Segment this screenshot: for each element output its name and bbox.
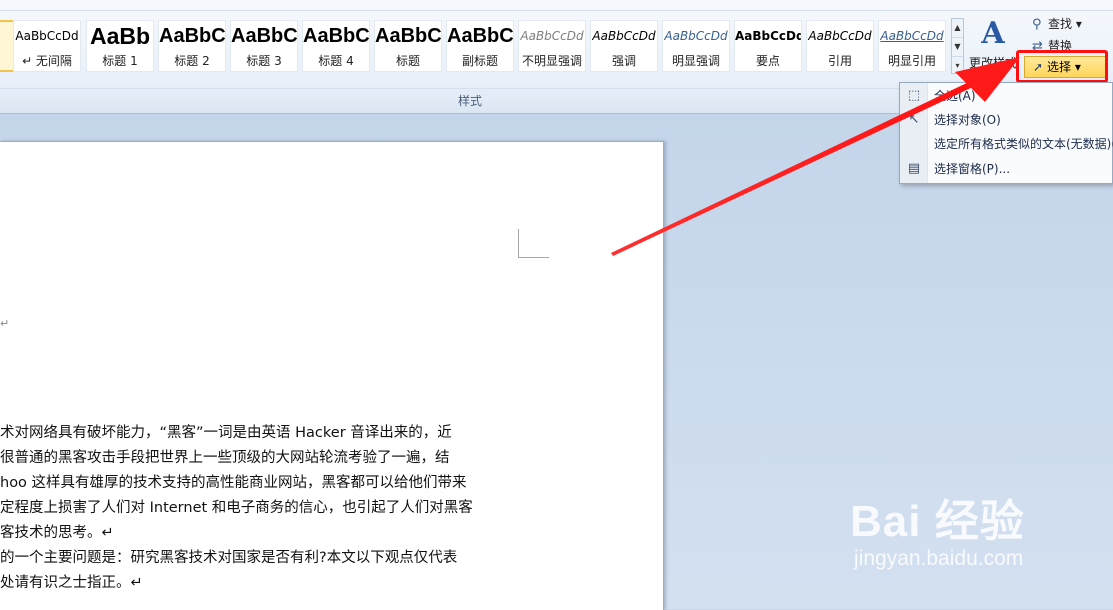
menu-item-label: 全选(A) — [934, 89, 976, 103]
doc-line: 术对网络具有破坏能力，“黑客”一词是由英语 Hacker 音译出来的，近 — [0, 425, 452, 441]
paragraph-mark: ↵ — [0, 317, 10, 330]
ribbon-topline — [0, 10, 1113, 11]
select-all-icon: ⬚ — [907, 88, 921, 103]
style-sample: AaBbCcDd — [520, 29, 584, 43]
style-sample: AaBbCc — [303, 25, 369, 47]
style-name: 不明显强调 — [521, 54, 582, 68]
style-name: ↵ 无间隔 — [22, 54, 72, 68]
menu-item-select-all[interactable]: ⬚ 全选(A) — [900, 84, 1113, 108]
doc-line: 客技术的思考。↵ — [0, 525, 114, 541]
style-name: 明显强调 — [671, 54, 720, 68]
gallery-up-icon[interactable]: ▲ — [952, 19, 963, 38]
style-sample: AaBbC — [447, 25, 513, 47]
doc-line: 的一个主要问题是：研究黑客技术对国家是否有利?本文以下观点仅代表 — [0, 550, 458, 566]
style-sample: AaBbCcDd — [664, 29, 728, 43]
gallery-scroll[interactable]: ▲ ▼ ▾ — [951, 18, 964, 74]
style-item[interactable]: AaBbCc 标题 4 — [302, 20, 370, 72]
find-button[interactable]: ⚲ 查找 ▾ — [1032, 14, 1082, 34]
style-name: 标题 3 — [246, 54, 282, 68]
menu-item-select-objects[interactable]: ↖ 选择对象(O) — [900, 108, 1113, 132]
style-sample: AaBbC — [375, 25, 441, 47]
style-sample: AaBbC — [159, 25, 225, 47]
style-item[interactable]: AaBbCcDd 不明显强调 — [518, 20, 586, 72]
style-name: 标题 4 — [318, 54, 354, 68]
binoculars-icon: ⚲ — [1032, 17, 1042, 32]
style-name: 明显引用 — [887, 54, 936, 68]
style-item[interactable]: AaBbC 标题 3 — [230, 20, 298, 72]
menu-item-select-similar[interactable]: 选定所有格式类似的文本(无数据)(S) — [900, 132, 1113, 156]
document-page[interactable]: ↵ 术对网络具有破坏能力，“黑客”一词是由英语 Hacker 音译出来的，近 很… — [0, 141, 664, 610]
style-sample: AaBbCcDd — [735, 29, 801, 43]
style-item[interactable]: AaBbCcDd 明显引用 — [878, 20, 946, 72]
style-sample: AaBbCcDd — [808, 29, 872, 43]
style-sample: AaBbCcDd — [880, 29, 944, 43]
change-styles-button[interactable]: A 更改样式 — [967, 16, 1019, 71]
doc-line: 很普通的黑客攻击手段把世界上一些顶级的大网站轮流考验了一遍，结 — [0, 450, 450, 466]
menu-item-label: 选择窗格(P)... — [934, 162, 1011, 176]
doc-line: 处请有识之士指正。↵ — [0, 575, 143, 591]
style-sample: AaBbC — [231, 25, 297, 47]
doc-line: hoo 这样具有雄厚的技术支持的高性能商业网站，黑客都可以给他们带来 — [0, 475, 467, 491]
change-styles-icon: A — [981, 16, 1005, 51]
gallery-more-icon[interactable]: ▾ — [952, 57, 963, 75]
watermark-url: jingyan.baidu.com — [854, 547, 1024, 570]
find-label: 查找 ▾ — [1048, 17, 1082, 31]
style-item[interactable]: AaBbCcDd 强调 — [590, 20, 658, 72]
style-item[interactable]: AaBbCcDd 明显强调 — [662, 20, 730, 72]
select-highlight-box — [1016, 50, 1108, 83]
style-item[interactable]: AaBb 标题 1 — [86, 20, 154, 72]
style-item[interactable]: AaBbC 标题 2 — [158, 20, 226, 72]
select-objects-icon: ↖ — [908, 112, 920, 127]
select-dropdown-menu: ⬚ 全选(A) ↖ 选择对象(O) 选定所有格式类似的文本(无数据)(S) ▤ … — [899, 82, 1113, 184]
style-name: 要点 — [755, 54, 780, 68]
style-name: 标题 — [395, 54, 420, 68]
doc-line: 定程度上损害了人们对 Internet 和电子商务的信心，也引起了人们对黑客 — [0, 500, 473, 516]
style-item[interactable]: AaBbCcDd 引用 — [806, 20, 874, 72]
style-sample: AaBb — [89, 23, 151, 49]
style-name: 强调 — [611, 54, 636, 68]
style-name: 引用 — [827, 54, 852, 68]
menu-item-selection-pane[interactable]: ▤ 选择窗格(P)... — [900, 157, 1113, 181]
watermark-logo: Bai 经验 — [850, 497, 1025, 546]
margin-corner-mark — [518, 229, 549, 258]
style-name: 标题 1 — [102, 54, 138, 68]
style-item[interactable]: AaBbCcDd 要点 — [734, 20, 802, 72]
group-separator — [0, 88, 965, 89]
styles-gallery: dAaBbCcDd↵ 无间隔AaBb标题 1AaBbC标题 2AaBbC标题 3… — [0, 20, 950, 74]
style-item[interactable]: AaBbCcDd ↵ 无间隔 — [13, 20, 81, 72]
style-item[interactable]: AaBbC 副标题 — [446, 20, 514, 72]
baidu-watermark: Bai 经验 jingyan.baidu.com — [850, 485, 1110, 595]
selection-pane-icon: ▤ — [907, 161, 921, 176]
style-name: 标题 2 — [174, 54, 210, 68]
gallery-down-icon[interactable]: ▼ — [952, 38, 963, 57]
menu-item-label: 选定所有格式类似的文本(无数据)(S) — [934, 137, 1113, 151]
style-item[interactable]: AaBbC 标题 — [374, 20, 442, 72]
styles-group-label: 样式 — [457, 94, 482, 108]
style-sample: AaBbCcDd — [592, 29, 656, 43]
menu-item-label: 选择对象(O) — [934, 113, 1001, 127]
change-styles-label: 更改样式 — [968, 56, 1017, 70]
style-sample: AaBbCcDd — [15, 29, 79, 43]
style-name: 副标题 — [461, 54, 498, 68]
